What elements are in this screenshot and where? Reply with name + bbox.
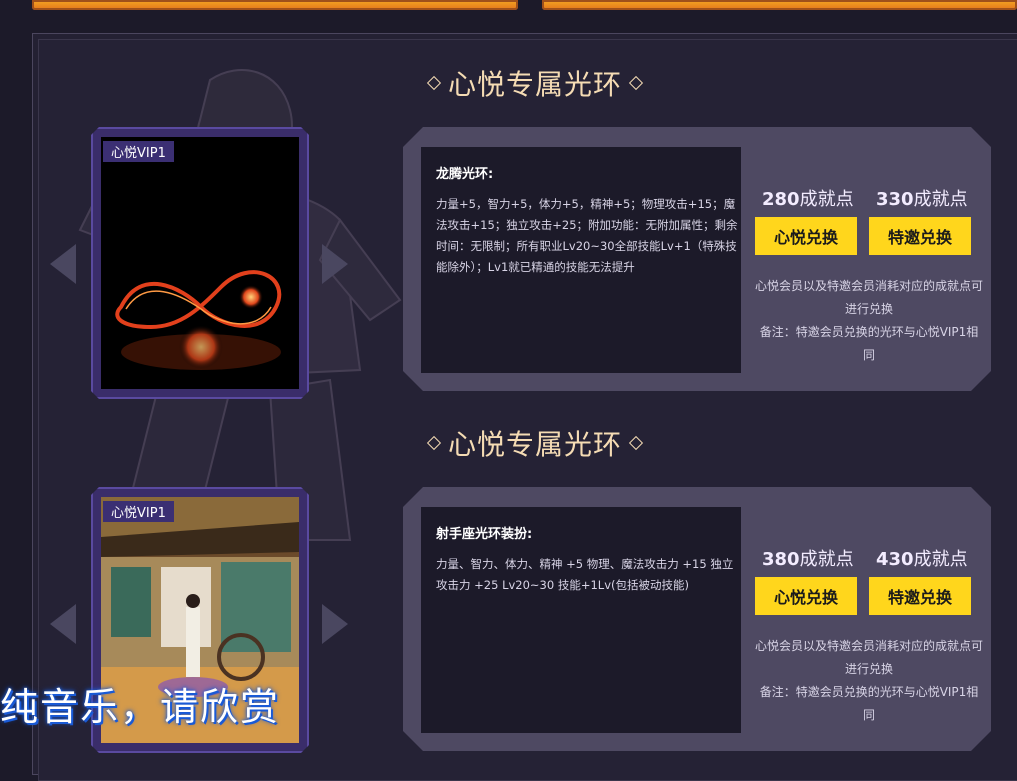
- next-arrow-icon[interactable]: [322, 244, 348, 284]
- aura-name: 射手座光环装扮:: [436, 527, 533, 542]
- aura-name: 龙腾光环:: [436, 167, 494, 182]
- section-title-text: 心悦专属光环: [448, 428, 623, 461]
- aura-description-box: 龙腾光环: 力量+5，智力+5，体力+5，精神+5；物理攻击+15；魔法攻击+1…: [421, 147, 741, 373]
- exchange-note-line-2: 备注：特邀会员兑换的光环与心悦VIP1相同: [759, 685, 979, 722]
- aura-info-panel-1: 龙腾光环: 力量+5，智力+5，体力+5，精神+5；物理攻击+15；魔法攻击+1…: [403, 127, 991, 391]
- points-unit: 成就点: [913, 549, 968, 570]
- exchange-note-line-1: 心悦会员以及特邀会员消耗对应的成就点可进行兑换: [755, 639, 984, 676]
- points-unit: 成就点: [799, 189, 854, 210]
- points-unit: 成就点: [799, 549, 854, 570]
- vip-tag: 心悦VIP1: [103, 501, 174, 522]
- exchange-note-line-2: 备注：特邀会员兑换的光环与心悦VIP1相同: [759, 325, 979, 362]
- xinyue-exchange-button[interactable]: 心悦兑换: [755, 577, 857, 615]
- diamond-icon: [628, 75, 644, 91]
- xinyue-points-cost: 380成就点: [762, 545, 854, 571]
- prev-arrow-icon[interactable]: [50, 244, 76, 284]
- vip-tag: 心悦VIP1: [103, 141, 174, 162]
- diamond-icon: [426, 75, 442, 91]
- xinyue-points-cost: 280成就点: [762, 185, 854, 211]
- invite-points-cost: 430成就点: [876, 545, 968, 571]
- prev-arrow-icon[interactable]: [50, 604, 76, 644]
- exchange-note: 心悦会员以及特邀会员消耗对应的成就点可进行兑换 备注：特邀会员兑换的光环与心悦V…: [755, 635, 983, 727]
- aura-preview-screen: [101, 137, 299, 389]
- section-title-text: 心悦专属光环: [448, 68, 623, 101]
- xinyue-exchange-button[interactable]: 心悦兑换: [755, 217, 857, 255]
- section-title-1: 心悦专属光环: [426, 63, 644, 103]
- next-arrow-icon[interactable]: [322, 604, 348, 644]
- invite-exchange-button[interactable]: 特邀兑换: [869, 577, 971, 615]
- music-lyric-overlay: 纯音乐，请欣赏: [0, 685, 281, 729]
- top-banner-left: [32, 0, 518, 10]
- diamond-icon: [426, 435, 442, 451]
- aura-attributes: 力量、智力、体力、精神 +5 物理、魔法攻击力 +15 独立攻击力 +25 Lv…: [436, 557, 734, 592]
- top-banner-right: [542, 0, 1017, 10]
- section-title-2: 心悦专属光环: [426, 423, 644, 463]
- aura-info-panel-2: 射手座光环装扮: 力量、智力、体力、精神 +5 物理、魔法攻击力 +15 独立攻…: [403, 487, 991, 751]
- invite-exchange-button[interactable]: 特邀兑换: [869, 217, 971, 255]
- aura-preview-1: 心悦VIP1: [91, 127, 309, 399]
- points-value: 430: [876, 549, 914, 570]
- aura-attributes: 力量+5，智力+5，体力+5，精神+5；物理攻击+15；魔法攻击+15；独立攻击…: [436, 197, 738, 274]
- points-value: 380: [762, 549, 800, 570]
- exchange-note: 心悦会员以及特邀会员消耗对应的成就点可进行兑换 备注：特邀会员兑换的光环与心悦V…: [755, 275, 983, 367]
- aura-effect-image: [101, 137, 299, 389]
- points-value: 330: [876, 189, 914, 210]
- exchange-note-line-1: 心悦会员以及特邀会员消耗对应的成就点可进行兑换: [755, 279, 984, 316]
- diamond-icon: [628, 435, 644, 451]
- invite-points-cost: 330成就点: [876, 185, 968, 211]
- points-unit: 成就点: [913, 189, 968, 210]
- aura-description-box: 射手座光环装扮: 力量、智力、体力、精神 +5 物理、魔法攻击力 +15 独立攻…: [421, 507, 741, 733]
- points-value: 280: [762, 189, 800, 210]
